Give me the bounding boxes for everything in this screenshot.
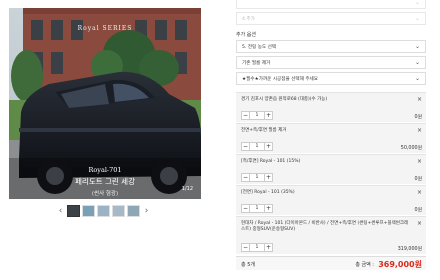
item-price: 0원: [414, 115, 422, 120]
item-price: 0원: [414, 208, 422, 213]
decrease-button[interactable]: −: [241, 173, 250, 182]
option-select-top-1[interactable]: ⌄: [236, 0, 426, 9]
order-total: 총 5개 총 금액 : 369,000원: [236, 256, 426, 270]
film-removal-select-label: 기존 필름 제거: [242, 60, 271, 66]
thumbnail-strip: ‹ ›: [56, 203, 151, 219]
increase-button[interactable]: +: [264, 243, 273, 252]
close-icon[interactable]: ×: [417, 189, 422, 196]
close-icon[interactable]: ×: [417, 96, 422, 103]
increase-button[interactable]: +: [264, 142, 273, 151]
close-icon[interactable]: ×: [417, 158, 422, 165]
chevron-down-icon: ⌄: [414, 15, 420, 22]
selected-item: 경기 김포시 양촌읍 원적로68 (대충)(수 가능) × − 1 + 0원: [236, 92, 426, 122]
chevron-down-icon: ⌄: [414, 59, 420, 66]
additional-options-label: 추가 옵션: [236, 32, 256, 38]
quantity-input[interactable]: 1: [250, 142, 264, 151]
caption-note: (썬사 형광): [91, 191, 119, 197]
quantity-stepper: − 1 +: [241, 111, 273, 120]
decrease-button[interactable]: −: [241, 142, 250, 151]
tint-density-select-label: 5. 전팅 농도 선택: [242, 44, 277, 50]
item-name: 현대차 / Royal - 101 (다이아몬드 / 비반사) / 전면+측/후…: [241, 221, 409, 232]
total-label: 총 금액 :: [355, 262, 374, 268]
increase-button[interactable]: +: [264, 204, 273, 213]
image-caption: Royal-701 페리도트 그린 세강 (썬사 형광): [9, 166, 201, 197]
quantity-input[interactable]: 1: [250, 243, 264, 252]
thumbnail-4[interactable]: [112, 205, 125, 217]
product-page: Royal SERIES Royal-701 페리도트 그린 세강 (썬사 형광…: [0, 0, 440, 280]
tint-density-select[interactable]: 5. 전팅 농도 선택 ⌄: [236, 40, 426, 53]
thumbnail-1[interactable]: [67, 205, 80, 217]
increase-button[interactable]: +: [264, 111, 273, 120]
thumbnail-2[interactable]: [82, 205, 95, 217]
item-name: [전면] Royal - 101 (35%): [241, 190, 295, 195]
install-shop-select-label: ★필수★가까운 시공점을 선택해 주세요: [242, 76, 319, 82]
next-arrow-icon[interactable]: ›: [142, 206, 151, 216]
item-price: 50,000원: [400, 146, 422, 151]
install-shop-select[interactable]: ★필수★가까운 시공점을 선택해 주세요 ⌄: [236, 72, 426, 85]
option-select-top-2[interactable]: 4.추가 ⌄: [236, 12, 426, 25]
thumbnail-5[interactable]: [127, 205, 140, 217]
chevron-down-icon: ⌄: [414, 0, 420, 6]
chevron-down-icon: ⌄: [414, 43, 420, 50]
item-price: 319,000원: [397, 247, 422, 252]
item-name: [측/후면] Royal - 101 (15%): [241, 159, 301, 164]
increase-button[interactable]: +: [264, 173, 273, 182]
film-removal-select[interactable]: 기존 필름 제거 ⌄: [236, 56, 426, 69]
selected-item: 현대차 / Royal - 101 (다이아몬드 / 비반사) / 전면+측/후…: [236, 216, 426, 254]
total-amount: 369,000원: [378, 260, 422, 269]
product-main-image[interactable]: Royal SERIES Royal-701 페리도트 그린 세강 (썬사 형광…: [9, 8, 201, 199]
image-counter: 1/12: [181, 186, 193, 192]
quantity-stepper: − 1 +: [241, 204, 273, 213]
thumbnail-3[interactable]: [97, 205, 110, 217]
caption-model: Royal-701: [88, 166, 122, 174]
item-name: 전면+측/후면 필름 제거: [241, 128, 287, 133]
quantity-stepper: − 1 +: [241, 243, 273, 252]
item-price: 0원: [414, 177, 422, 182]
decrease-button[interactable]: −: [241, 204, 250, 213]
option-select-top-2-label: 4.추가: [242, 16, 255, 22]
decrease-button[interactable]: −: [241, 111, 250, 120]
caption-color: 페리도트 그린 세강: [75, 177, 135, 186]
brand-watermark: Royal SERIES: [77, 25, 133, 32]
selected-item: [전면] Royal - 101 (35%) × − 1 + 0원: [236, 185, 426, 215]
selected-item: [측/후면] Royal - 101 (15%) × − 1 + 0원: [236, 154, 426, 184]
close-icon[interactable]: ×: [417, 127, 422, 134]
prev-arrow-icon[interactable]: ‹: [56, 206, 65, 216]
close-icon[interactable]: ×: [417, 220, 422, 227]
quantity-input[interactable]: 1: [250, 204, 264, 213]
total-count: 총 5개: [241, 262, 255, 268]
decrease-button[interactable]: −: [241, 243, 250, 252]
item-name: 경기 김포시 양촌읍 원적로68 (대충)(수 가능): [241, 97, 328, 102]
selected-item: 전면+측/후면 필름 제거 × − 1 + 50,000원: [236, 123, 426, 153]
quantity-input[interactable]: 1: [250, 111, 264, 120]
quantity-stepper: − 1 +: [241, 173, 273, 182]
quantity-stepper: − 1 +: [241, 142, 273, 151]
chevron-down-icon: ⌄: [414, 75, 420, 82]
quantity-input[interactable]: 1: [250, 173, 264, 182]
